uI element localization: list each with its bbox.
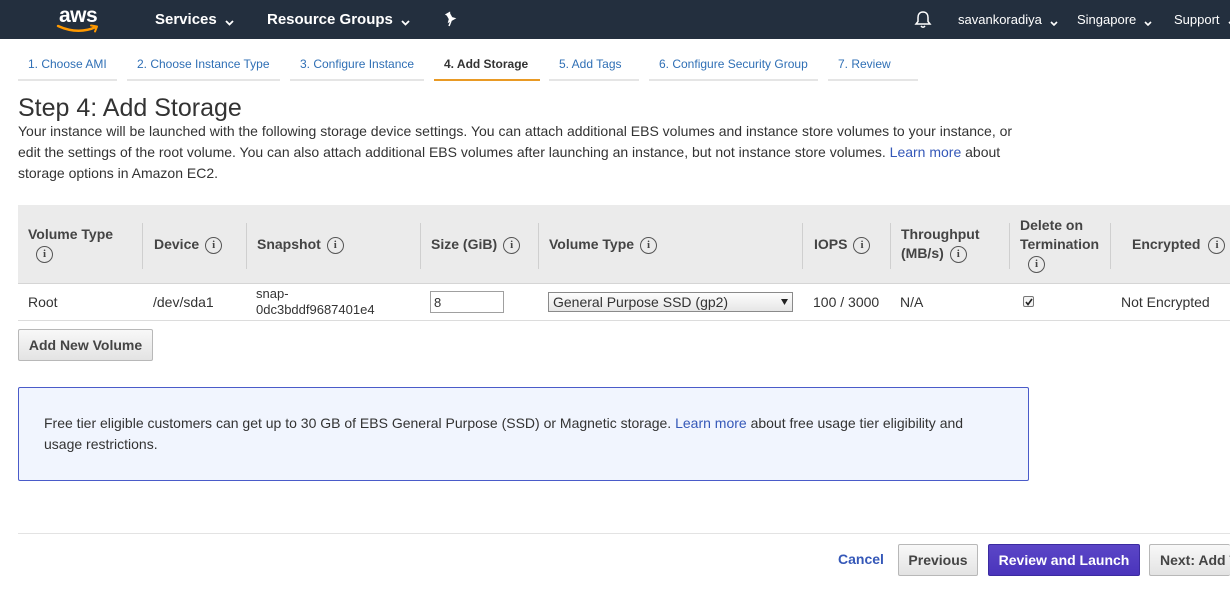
tab-add-tags[interactable]: 5. Add Tags xyxy=(549,56,639,81)
aws-logo[interactable]: aws xyxy=(56,4,104,34)
wizard-steps: 1. Choose AMI 2. Choose Instance Type 3.… xyxy=(0,40,1230,82)
col-delete-label-1: Delete on xyxy=(1020,217,1084,233)
info-icon[interactable]: i xyxy=(36,245,53,263)
tab-configure-security-group[interactable]: 6. Configure Security Group xyxy=(649,56,818,81)
col-ebs-volume-type: Volume Type i xyxy=(549,235,658,254)
delete-on-termination-checkbox[interactable] xyxy=(1023,296,1034,307)
col-encrypted-label: Encrypted xyxy=(1132,236,1201,252)
review-and-launch-button[interactable]: Review and Launch xyxy=(988,544,1140,576)
info-icon[interactable]: i xyxy=(205,236,223,254)
user-label: savankoradiya xyxy=(958,12,1042,27)
resource-groups-label: Resource Groups xyxy=(267,11,393,28)
table-row: Root /dev/sda1 snap- 0dc3bddf9687401e4 G… xyxy=(18,285,1230,321)
info-icon[interactable]: i xyxy=(1028,255,1045,273)
col-encrypted: Encrypted i xyxy=(1132,235,1226,254)
footer-divider xyxy=(18,533,1230,534)
cell-encrypted: Not Encrypted xyxy=(1121,294,1210,310)
cell-throughput: N/A xyxy=(900,294,924,310)
cell-volume-type: Root xyxy=(28,294,58,310)
col-throughput-unit: (MB/s) xyxy=(901,245,944,261)
learn-more-link[interactable]: Learn more xyxy=(890,144,962,160)
col-iops: IOPS i xyxy=(814,235,871,254)
notice-text: Free tier eligible customers can get up … xyxy=(44,415,672,431)
intro-body: Your instance will be launched with the … xyxy=(18,123,1013,160)
region-menu[interactable]: Singapore xyxy=(1077,0,1152,39)
col-size: Size (GiB) i xyxy=(431,235,521,254)
volume-type-select[interactable]: General Purpose SSD (gp2) xyxy=(548,292,793,312)
resource-groups-menu[interactable]: Resource Groups xyxy=(267,0,410,39)
tab-choose-ami[interactable]: 1. Choose AMI xyxy=(18,56,117,81)
info-icon[interactable]: i xyxy=(949,245,967,263)
bell-icon[interactable] xyxy=(914,10,932,30)
col-snapshot: Snapshot i xyxy=(257,235,344,254)
cancel-link[interactable]: Cancel xyxy=(838,551,884,567)
col-delete-label-2: Termination xyxy=(1020,236,1100,252)
col-device-label: Device xyxy=(154,236,200,252)
size-input[interactable] xyxy=(430,291,504,313)
col-delete-on-termination: Delete on Termination i xyxy=(1020,216,1099,273)
support-label: Support xyxy=(1174,12,1220,27)
free-tier-notice: Free tier eligible customers can get up … xyxy=(18,387,1029,481)
user-menu[interactable]: savankoradiya xyxy=(958,0,1058,39)
pin-icon[interactable] xyxy=(444,11,458,27)
col-size-label: Size (GiB) xyxy=(431,236,498,252)
info-icon[interactable]: i xyxy=(1208,236,1226,254)
col-snapshot-label: Snapshot xyxy=(257,236,321,252)
previous-button[interactable]: Previous xyxy=(898,544,978,576)
col-throughput-label: Throughput xyxy=(901,226,980,242)
tab-review[interactable]: 7. Review xyxy=(828,56,918,81)
col-volume-type-label: Volume Type xyxy=(28,226,114,242)
tab-configure-instance[interactable]: 3. Configure Instance xyxy=(290,56,424,81)
aws-smile-icon xyxy=(56,24,98,33)
services-label: Services xyxy=(155,11,217,28)
services-menu[interactable]: Services xyxy=(155,0,234,39)
checkmark-icon xyxy=(1025,298,1033,306)
dropdown-arrow-icon xyxy=(781,299,788,305)
intro-text: Your instance will be launched with the … xyxy=(18,121,1028,184)
cell-snapshot-line1: snap- xyxy=(256,286,289,301)
cell-device: /dev/sda1 xyxy=(153,294,214,310)
info-icon[interactable]: i xyxy=(640,236,658,254)
col-iops-label: IOPS xyxy=(814,236,848,252)
notice-learn-more-link[interactable]: Learn more xyxy=(675,415,747,431)
info-icon[interactable]: i xyxy=(503,236,521,254)
col-device: Device i xyxy=(154,235,223,254)
volume-type-selected: General Purpose SSD (gp2) xyxy=(553,294,729,310)
support-menu[interactable]: Support xyxy=(1174,0,1230,39)
next-add-tags-button[interactable]: Next: Add Tags xyxy=(1149,544,1230,576)
page-title: Step 4: Add Storage xyxy=(18,94,242,122)
cell-snapshot-line2: 0dc3bddf9687401e4 xyxy=(256,302,375,317)
info-icon[interactable]: i xyxy=(853,236,871,254)
table-header: Volume Type i Device i Snapshot i Size (Gi… xyxy=(18,205,1230,284)
col-throughput: Throughput (MB/s) i xyxy=(901,225,980,263)
cell-snapshot: snap- 0dc3bddf9687401e4 xyxy=(256,286,375,318)
region-label: Singapore xyxy=(1077,12,1137,27)
info-icon[interactable]: i xyxy=(326,236,344,254)
cell-iops: 100 / 3000 xyxy=(813,294,880,310)
add-new-volume-button[interactable]: Add New Volume xyxy=(18,329,153,361)
col-volume-type: Volume Type i xyxy=(28,225,113,263)
top-nav: aws Services Resource Groups savankoradi… xyxy=(0,0,1230,39)
tab-choose-instance-type[interactable]: 2. Choose Instance Type xyxy=(127,56,280,81)
tab-add-storage[interactable]: 4. Add Storage xyxy=(434,56,540,81)
col-ebs-volume-type-label: Volume Type xyxy=(549,236,635,252)
